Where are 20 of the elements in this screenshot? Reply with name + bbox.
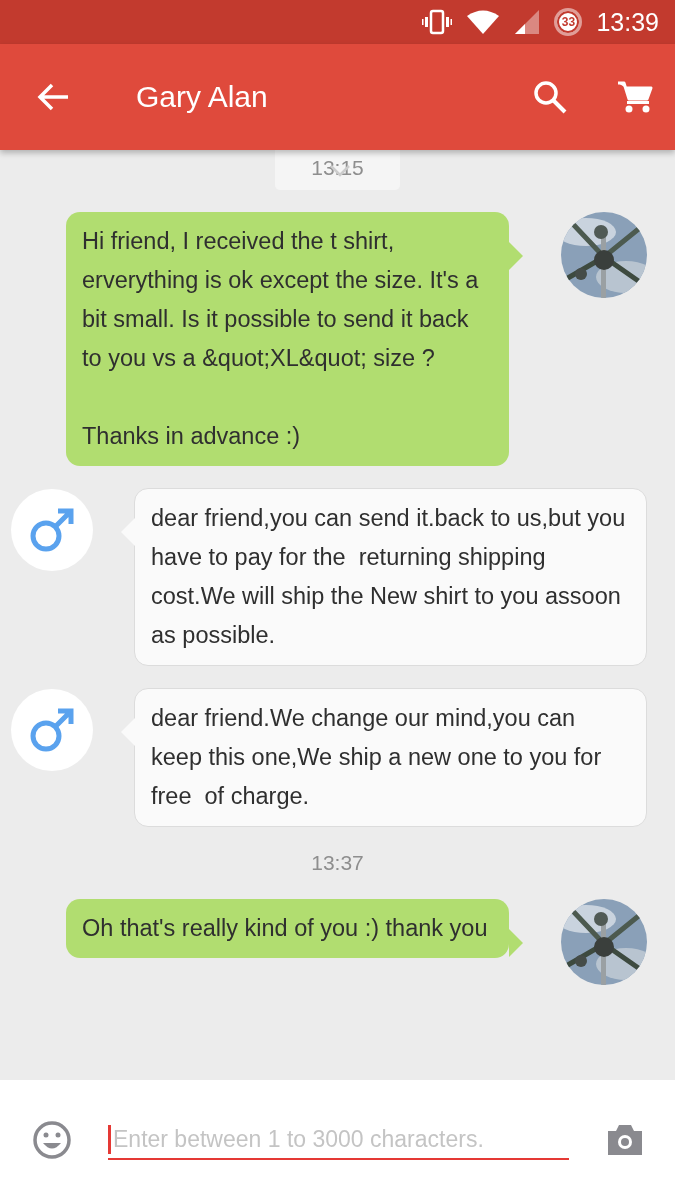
signal-icon — [514, 9, 541, 35]
battery-level: 33 — [561, 15, 576, 29]
emoji-icon[interactable] — [32, 1120, 72, 1160]
cart-icon[interactable] — [617, 80, 653, 114]
bubble-tail — [121, 518, 135, 546]
contact-name: Gary Alan — [136, 80, 269, 114]
bubble-tail — [509, 242, 523, 270]
message-bubble: dear friend,you can send it.back to us,but you have to pay for the returning shipping cost.We will ship the New shirt to you assoon as possible. — [134, 488, 647, 666]
camera-icon[interactable] — [605, 1123, 645, 1157]
bubble-tail — [121, 718, 135, 746]
message-bubble: dear friend.We change our mind,you can keep this one,We ship a new one to you for free of charge. — [134, 688, 647, 827]
vibrate-icon — [422, 9, 453, 35]
message-bubble: Oh that's really kind of you :) thank you — [66, 899, 509, 958]
wifi-icon — [466, 9, 501, 35]
search-icon[interactable] — [533, 80, 567, 114]
message-bubble: Hi friend, I received the t shirt, erverything is ok except the size. It's a bit small. Is it possible to send it back to you vs a &quot;XL&quot; size ? Thanks in advance :) — [66, 212, 509, 466]
back-arrow-icon[interactable] — [36, 82, 70, 112]
bubble-tail — [509, 929, 523, 957]
timestamp: 13:37 — [310, 850, 365, 876]
clock: 13:39 — [596, 7, 659, 37]
